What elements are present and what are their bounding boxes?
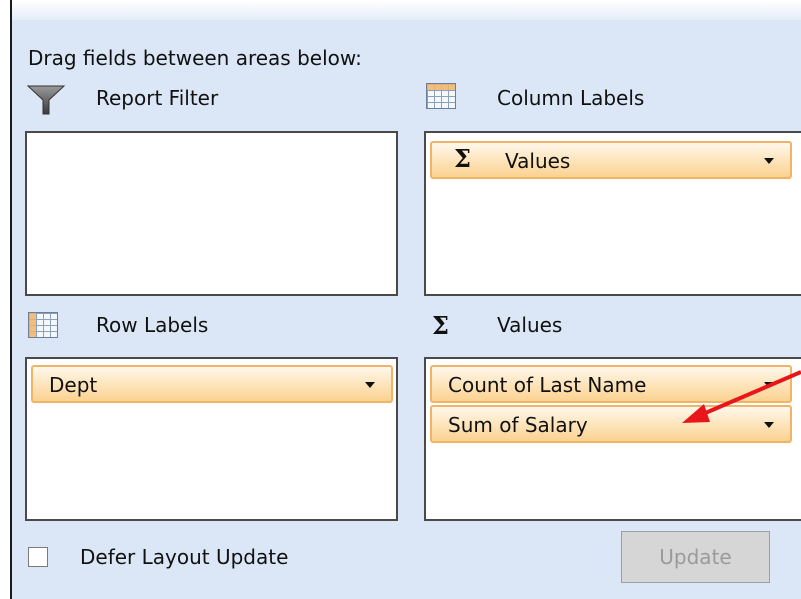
field-values-column[interactable]: Σ Values — [430, 141, 792, 179]
field-label: Count of Last Name — [448, 373, 647, 397]
defer-layout-update-checkbox[interactable] — [28, 547, 48, 567]
values-title: Values — [497, 313, 563, 337]
report-filter-title: Report Filter — [96, 86, 219, 110]
column-labels-title: Column Labels — [497, 86, 645, 110]
update-button[interactable]: Update — [621, 531, 770, 583]
field-dept[interactable]: Dept — [31, 365, 393, 403]
column-grid-icon — [426, 83, 456, 109]
annotation-arrow — [682, 370, 801, 423]
row-grid-icon — [28, 312, 58, 338]
chevron-down-icon[interactable] — [764, 158, 774, 164]
defer-layout-update-label: Defer Layout Update — [80, 545, 289, 569]
row-labels-title: Row Labels — [96, 313, 209, 337]
field-label: Dept — [49, 373, 98, 397]
report-filter-drop-area[interactable] — [25, 131, 398, 296]
panel-top-stripe — [12, 0, 801, 20]
field-label: Sum of Salary — [448, 413, 588, 437]
drag-instruction: Drag fields between areas below: — [28, 46, 362, 70]
sigma-icon: Σ — [454, 144, 471, 173]
field-label: Values — [505, 149, 571, 173]
chevron-down-icon[interactable] — [365, 382, 375, 388]
filter-icon — [26, 85, 66, 115]
sigma-icon: Σ — [432, 311, 449, 340]
